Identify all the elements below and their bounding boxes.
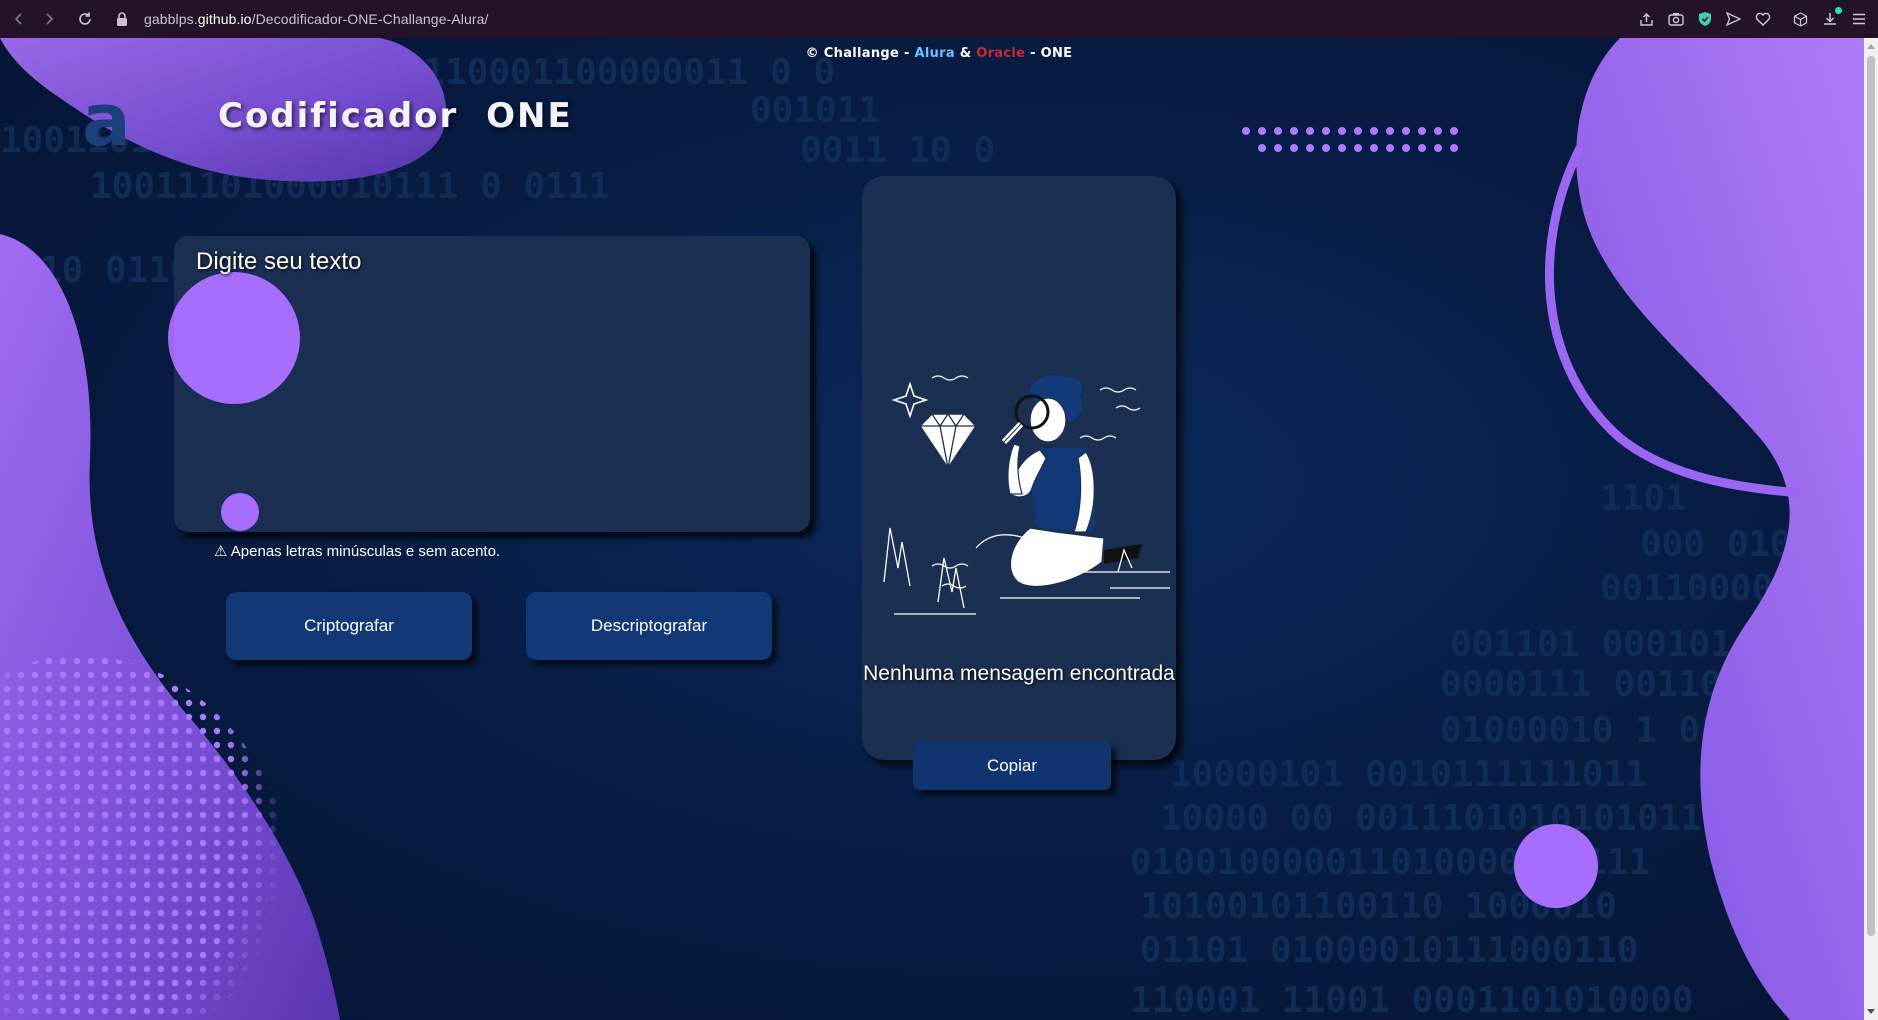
decor-dot [1402, 127, 1410, 135]
detective-illustration [883, 374, 1170, 615]
decor-dot [1386, 144, 1394, 152]
shield-icon[interactable] [1698, 11, 1712, 27]
url-prefix: gabblps. [144, 11, 198, 27]
left-dot-pattern [0, 655, 290, 1020]
decor-dot [1274, 127, 1282, 135]
cube-icon[interactable] [1793, 11, 1808, 27]
credit-oracle: Oracle [976, 46, 1026, 61]
output-message: Nenhuma mensagem encontrada [863, 662, 1175, 685]
download-badge-dot [1835, 7, 1842, 14]
output-card: Nenhuma mensagem encontrada [862, 176, 1176, 760]
top-right-dot-rows [1242, 127, 1458, 152]
browser-actions [1639, 0, 1866, 38]
reload-icon [79, 12, 91, 25]
decor-dot [1242, 127, 1250, 135]
decrypt-button[interactable]: Descriptografar [526, 592, 772, 660]
decor-dot [1338, 127, 1346, 135]
text-input[interactable] [174, 236, 810, 532]
copy-button[interactable]: Copiar [913, 742, 1111, 790]
decor-dot [1322, 144, 1330, 152]
decor-dot [1290, 127, 1298, 135]
camera-icon[interactable] [1668, 12, 1684, 26]
right-purple-circle [1514, 824, 1598, 908]
address-bar[interactable]: gabblps.github.io/Decodificador-ONE-Chal… [144, 11, 489, 27]
scroll-thumb[interactable] [1867, 56, 1875, 936]
decor-dot [1274, 144, 1282, 152]
decor-dot [1322, 127, 1330, 135]
credit-suffix: - ONE [1025, 46, 1073, 61]
decor-dot [1338, 144, 1346, 152]
forward-arrow-icon [46, 13, 54, 25]
browser-toolbar: gabblps.github.io/Decodificador-ONE-Chal… [0, 0, 1878, 38]
decor-dot [1402, 144, 1410, 152]
heart-icon[interactable] [1755, 12, 1771, 26]
decor-dot [1354, 144, 1362, 152]
input-warning: ⚠ Apenas letras minúsculas e sem acento. [214, 543, 501, 560]
page-viewport: 10110001100000011 0 00010111001101 0011 … [0, 38, 1878, 1020]
page-title: Codificador ONE [218, 96, 573, 136]
right-blob [1576, 38, 1878, 1020]
url-path: /Decodificador-ONE-Challange-Alura/ [251, 11, 489, 27]
decor-dot [1450, 144, 1458, 152]
scroll-down-arrow[interactable] [1867, 1009, 1875, 1014]
back-button[interactable] [6, 6, 32, 32]
reload-button[interactable] [72, 6, 98, 32]
forward-button[interactable] [36, 6, 62, 32]
decor-dot [1258, 144, 1266, 152]
share-icon[interactable] [1639, 12, 1654, 27]
decor-dot [1306, 144, 1314, 152]
url-host: github.io [197, 11, 252, 27]
send-icon[interactable] [1726, 12, 1741, 26]
decor-dot [1450, 127, 1458, 135]
page-scrollbar[interactable] [1864, 38, 1878, 1020]
menu-icon[interactable] [1852, 13, 1866, 25]
decor-dot [1434, 144, 1442, 152]
decor-dot [1306, 127, 1314, 135]
input-card [174, 236, 810, 532]
credit-amp: & [954, 46, 977, 61]
downloads-button[interactable] [1822, 7, 1842, 27]
decor-dot [1434, 127, 1442, 135]
decor-dot [1258, 127, 1266, 135]
credit-alura: Alura [914, 46, 955, 61]
decor-dot [1290, 144, 1298, 152]
decor-dot [1386, 127, 1394, 135]
back-arrow-icon [14, 13, 22, 25]
scroll-up-arrow[interactable] [1867, 44, 1875, 49]
decor-dot [1418, 127, 1426, 135]
brand-logo: a [82, 78, 131, 162]
lock-icon [117, 12, 127, 26]
decor-dot [1370, 127, 1378, 135]
decor-dot [1418, 144, 1426, 152]
encrypt-button[interactable]: Criptografar [226, 592, 472, 660]
decor-dot [1354, 127, 1362, 135]
credit-line: © Challange - Alura & Oracle - ONE [0, 46, 1878, 61]
credit-prefix: © Challange - [805, 46, 915, 61]
decor-dot [1370, 144, 1378, 152]
